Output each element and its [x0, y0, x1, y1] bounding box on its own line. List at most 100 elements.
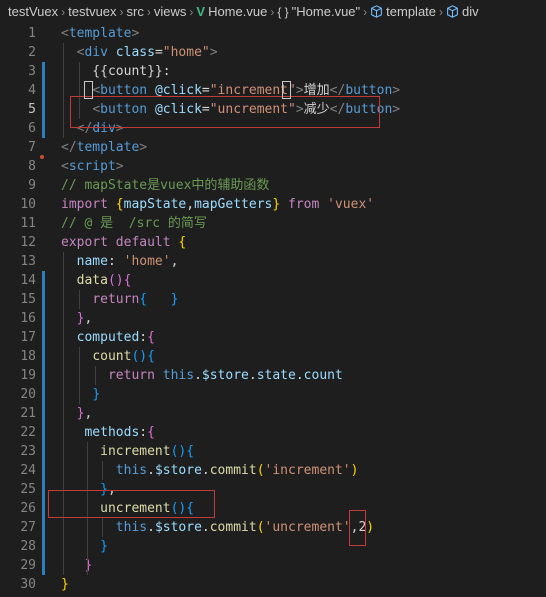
code-text: </template> [61, 138, 147, 157]
line-number: 21 [20, 406, 36, 421]
chevron-right-icon: › [270, 5, 275, 19]
breadcrumb-item[interactable]: template [370, 0, 436, 24]
code-text: } [61, 385, 100, 404]
code-line[interactable]: 21 }, [0, 404, 546, 423]
code-line[interactable]: 2 <div class="home"> [0, 43, 546, 62]
code-line[interactable]: 3 {{count}}: [0, 62, 546, 81]
code-token: } [272, 197, 281, 212]
code-line[interactable]: 23 increment(){ [0, 442, 546, 461]
indent-guide [102, 461, 103, 480]
code-line[interactable]: 14 data(){ [0, 271, 546, 290]
code-line[interactable]: 27 this.$store.commit('uncrement',2) [0, 518, 546, 537]
code-token: < [61, 159, 69, 174]
line-number: 1 [28, 26, 36, 41]
code-token: { [147, 330, 155, 345]
code-token: . [201, 463, 210, 478]
breadcrumb-item[interactable]: src [127, 0, 144, 24]
indent-guide [63, 43, 64, 138]
breadcrumb: testVuex › testvuex › src › views › V Home.vue ›{ … [0, 0, 546, 24]
code-line[interactable]: 11 // @ 是 /src 的简写 [0, 214, 546, 233]
code-line[interactable]: 16 }, [0, 309, 546, 328]
chevron-right-icon: › [119, 5, 124, 19]
breadcrumb-item[interactable]: views [154, 0, 187, 24]
indent-guide [102, 518, 103, 537]
chevron-right-icon: › [146, 5, 151, 19]
code-token: { [147, 349, 155, 364]
code-line[interactable]: 10 import {mapState,mapGetters} from 'vue… [0, 195, 546, 214]
code-text: <script> [61, 157, 124, 176]
line-number: 15 [20, 292, 36, 307]
line-number: 12 [20, 235, 36, 250]
breadcrumb-item[interactable]: testVuex [8, 0, 58, 24]
line-number: 24 [20, 463, 36, 478]
code-line[interactable]: 18 count(){ [0, 347, 546, 366]
breadcrumb-label: views [153, 4, 187, 19]
code-token: methods [84, 425, 140, 440]
code-text: methods:{ [61, 423, 154, 442]
code-line[interactable]: 8 <script> [0, 157, 546, 176]
code-line[interactable]: 15 return{ } [0, 290, 546, 309]
code-editor[interactable]: 30} 29 } 28 } 27 this.$store.commit('uncrem… [0, 24, 546, 597]
indent-guide [79, 290, 80, 309]
code-token: // mapState是vuex中的辅助函数 [61, 178, 270, 193]
code-line[interactable]: 19 return this.$store.state.count [0, 366, 546, 385]
code-text: data(){ [61, 271, 132, 290]
code-token: this [115, 463, 148, 478]
code-token: > [139, 140, 148, 155]
braces-icon: { } [277, 5, 289, 19]
code-token: name [76, 254, 108, 269]
line-number: 7 [28, 140, 36, 155]
code-token: > [392, 83, 401, 98]
code-text: export default { [61, 233, 186, 252]
code-text: // @ 是 /src 的简写 [61, 214, 207, 233]
line-number: 29 [20, 558, 36, 573]
code-token: , [84, 406, 93, 421]
breadcrumb-label: "Home.vue" [291, 4, 361, 19]
code-token: , [170, 254, 179, 269]
code-text: // mapState是vuex中的辅助函数 [61, 176, 269, 195]
git-deleted-marker [40, 155, 44, 159]
code-line[interactable]: 17 computed:{ [0, 328, 546, 347]
code-line[interactable]: 13 name: 'home', [0, 252, 546, 271]
code-line[interactable]: 12 export default { [0, 233, 546, 252]
code-text: } [61, 537, 108, 556]
breadcrumb-item[interactable]: V Home.vue [196, 0, 267, 24]
highlight-box-payload-arg [349, 510, 366, 546]
code-token: import [61, 197, 108, 212]
breadcrumb-label: Home.vue [208, 4, 268, 19]
code-token: . [201, 520, 210, 535]
line-number: 17 [20, 330, 36, 345]
code-line[interactable]: 7 </template> [0, 138, 546, 157]
code-token: template [76, 140, 140, 155]
code-token: 'uncrement' [264, 520, 351, 535]
code-token: > [209, 45, 218, 60]
breadcrumb-label: div [462, 4, 479, 19]
code-line[interactable]: 9 // mapState是vuex中的辅助函数 [0, 176, 546, 195]
indent-guide [95, 366, 96, 385]
code-line[interactable]: 1 <template> [0, 24, 546, 43]
code-line[interactable]: 24 this.$store.commit('increment') [0, 461, 546, 480]
code-token: ( [256, 463, 265, 478]
code-token: $store [154, 520, 202, 535]
indent-guide [79, 347, 80, 404]
code-line[interactable]: 20 } [0, 385, 546, 404]
code-line[interactable]: 22 methods:{ [0, 423, 546, 442]
code-line[interactable]: 28 } [0, 537, 546, 556]
git-modified-marker [42, 271, 45, 575]
breadcrumb-item[interactable]: testvuex [68, 0, 116, 24]
code-token: { [178, 235, 187, 250]
code-line[interactable]: 29 } [0, 556, 546, 575]
code-token: template [68, 26, 132, 41]
breadcrumb-item[interactable]: div [446, 0, 479, 24]
code-token: > [115, 159, 124, 174]
code-line[interactable]: 30} [0, 575, 546, 594]
code-token: . [194, 368, 202, 383]
breadcrumb-item[interactable]: { } "Home.vue" [277, 0, 360, 24]
